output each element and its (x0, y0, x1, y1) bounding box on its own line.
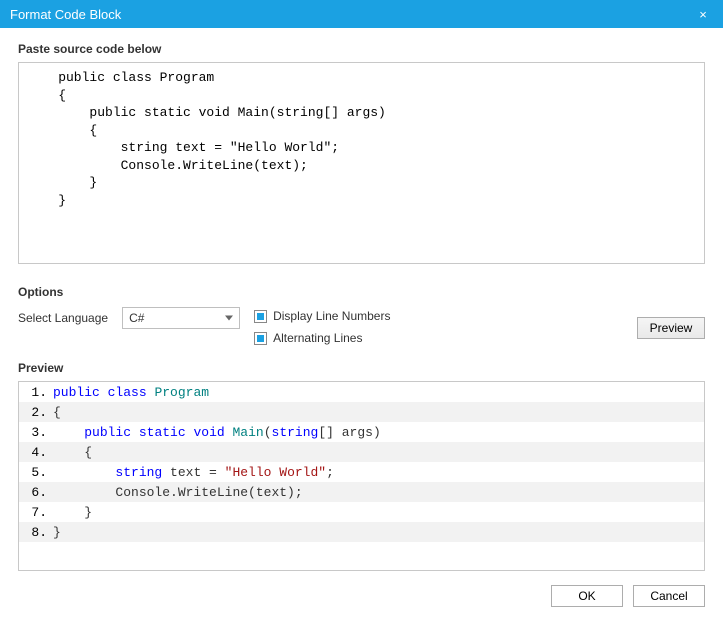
language-combobox[interactable]: C# (122, 307, 240, 329)
close-icon[interactable]: × (693, 7, 713, 22)
checkbox-label: Alternating Lines (273, 331, 362, 345)
dialog-buttons: OK Cancel (18, 585, 705, 607)
preview-line: 6. Console.WriteLine(text); (19, 482, 704, 502)
ok-button[interactable]: OK (551, 585, 623, 607)
checkbox-icon (254, 310, 267, 323)
preview-box: 1.public class Program2.{3. public stati… (18, 381, 705, 571)
chevron-down-icon (225, 316, 233, 321)
options-checkboxes: Display Line Numbers Alternating Lines (254, 307, 390, 345)
line-code: { (51, 405, 61, 420)
line-code: Console.WriteLine(text); (51, 485, 303, 500)
line-number: 6. (23, 485, 51, 500)
preview-line: 4. { (19, 442, 704, 462)
line-number: 2. (23, 405, 51, 420)
preview-line: 8.} (19, 522, 704, 542)
source-textarea[interactable] (18, 62, 705, 264)
line-number: 3. (23, 425, 51, 440)
preview-line: 1.public class Program (19, 382, 704, 402)
line-code: string text = "Hello World"; (51, 465, 334, 480)
line-number: 8. (23, 525, 51, 540)
preview-line: 7. } (19, 502, 704, 522)
cancel-button[interactable]: Cancel (633, 585, 705, 607)
dialog-content: Paste source code below Options Select L… (0, 28, 723, 623)
preview-line: 3. public static void Main(string[] args… (19, 422, 704, 442)
preview-section: Preview 1.public class Program2.{3. publ… (18, 361, 705, 571)
window-title: Format Code Block (10, 7, 693, 22)
line-code: } (51, 505, 92, 520)
line-code: } (51, 525, 61, 540)
line-number: 5. (23, 465, 51, 480)
language-selected: C# (129, 311, 144, 325)
line-number: 1. (23, 385, 51, 400)
preview-line: 5. string text = "Hello World"; (19, 462, 704, 482)
preview-heading: Preview (18, 361, 705, 375)
checkbox-label: Display Line Numbers (273, 309, 390, 323)
checkbox-icon (254, 332, 267, 345)
line-code: public class Program (51, 385, 209, 400)
language-label: Select Language (18, 307, 108, 325)
line-code: public static void Main(string[] args) (51, 425, 381, 440)
source-label: Paste source code below (18, 42, 705, 56)
titlebar: Format Code Block × (0, 0, 723, 28)
line-code: { (51, 445, 92, 460)
display-line-numbers-checkbox[interactable]: Display Line Numbers (254, 309, 390, 323)
preview-line: 2.{ (19, 402, 704, 422)
preview-button[interactable]: Preview (637, 317, 705, 339)
line-number: 4. (23, 445, 51, 460)
alternating-lines-checkbox[interactable]: Alternating Lines (254, 331, 390, 345)
options-heading: Options (18, 285, 705, 299)
line-number: 7. (23, 505, 51, 520)
